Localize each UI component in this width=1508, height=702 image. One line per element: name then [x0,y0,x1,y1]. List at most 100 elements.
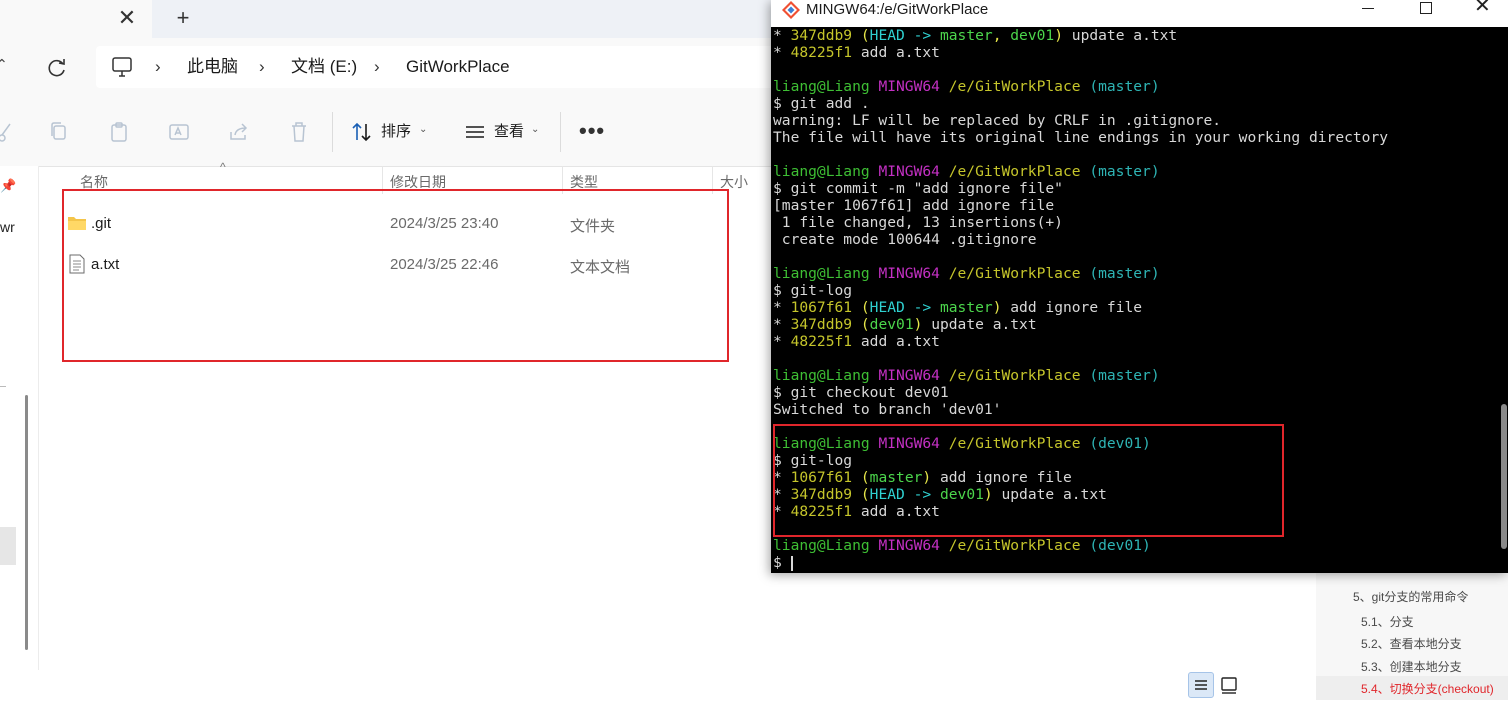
terminal-text: MINGW64 [878,367,949,384]
terminal-text: (master) [1089,163,1160,180]
terminal-line: Switched to branch 'dev01' [773,401,1001,418]
terminal-text: add a.txt [860,333,940,350]
terminal-line: liang@Liang MINGW64 /e/GitWorkPlace (mas… [773,163,1160,180]
terminal-line: $ git add . [773,95,870,112]
terminal-scrollbar[interactable] [1501,404,1507,549]
terminal-line: The file will have its original line end… [773,129,1388,146]
terminal-text: update a.txt [931,316,1037,333]
terminal-line: liang@Liang MINGW64 /e/GitWorkPlace (mas… [773,265,1160,282]
more-options-button[interactable]: ••• [579,118,605,144]
close-tab-icon[interactable]: ✕ [116,7,138,29]
sort-icon[interactable] [350,120,374,144]
terminal-text: liang@Liang [773,265,879,282]
terminal-text: (master) [1089,265,1160,282]
terminal-text: master [939,27,993,44]
nav-divider [0,386,6,387]
terminal-text: add a.txt [860,44,940,61]
breadcrumb-gitworkplace[interactable]: GitWorkPlace [406,56,510,78]
cut-icon[interactable] [0,120,16,144]
toc-item[interactable]: 5.1、分支 [1361,613,1414,630]
nav-item-truncated[interactable]: wr [0,219,15,235]
sort-ascending-icon: ^ [220,160,226,174]
pin-icon[interactable]: 📌 [0,178,16,194]
nav-scrollbar[interactable] [25,395,28,650]
terminal-line: * 48225f1 add a.txt [773,44,940,61]
view-button[interactable]: 查看 [494,122,524,142]
share-icon[interactable] [227,120,251,144]
terminal-text: /e/GitWorkPlace [948,265,1090,282]
terminal-text: /e/GitWorkPlace [948,163,1090,180]
terminal-line: liang@Liang MINGW64 /e/GitWorkPlace (dev… [773,537,1151,554]
sort-button[interactable]: 排序 [381,122,411,142]
terminal-text: MINGW64 [878,163,949,180]
terminal-text: ) [913,316,932,333]
chevron-down-icon[interactable]: ⌄ [531,124,539,135]
delete-icon[interactable] [287,120,311,144]
terminal-text: dev01 [869,316,914,333]
terminal-text: (dev01) [1089,537,1151,554]
this-pc-icon[interactable] [110,55,136,79]
new-tab-button[interactable]: + [171,6,195,30]
terminal-text: MINGW64 [878,78,949,95]
terminal-text: Switched to branch 'dev01' [773,401,1002,418]
terminal-text: * [773,333,791,350]
breadcrumb-this-pc[interactable]: 此电脑 [187,56,238,78]
close-window-icon[interactable]: ✕ [1474,0,1491,16]
toc-item[interactable]: 5、git分支的常用命令 [1353,588,1468,605]
terminal-line: * 48225f1 add a.txt [773,333,940,350]
terminal-text: ( [860,299,870,316]
terminal-text: (master) [1089,78,1160,95]
navigation-pane [0,166,39,670]
terminal-text: $ git-log [773,282,853,299]
view-icon[interactable] [463,120,487,144]
terminal-line: create mode 100644 .gitignore [773,231,1037,248]
terminal-text: /e/GitWorkPlace [948,537,1090,554]
highlight-box [773,424,1284,537]
terminal-text: 1 file changed, 13 insertions(+) [773,214,1063,231]
maximize-icon[interactable] [1420,2,1432,14]
terminal-text: /e/GitWorkPlace [948,78,1090,95]
nav-up-arrow-icon[interactable]: ⌃ [0,56,8,73]
toc-item[interactable]: 5.2、查看本地分支 [1361,635,1462,652]
toc-item-active[interactable]: 5.4、切换分支(checkout) [1361,680,1494,697]
terminal-text: * [773,299,791,316]
toolbar-divider [332,112,333,152]
terminal-text: ) [992,299,1011,316]
terminal-text: 48225f1 [790,333,861,350]
terminal-text: 347ddb9 [790,27,861,44]
terminal-text: liang@Liang [773,537,879,554]
terminal-text: add ignore file [1010,299,1143,316]
breadcrumb-drive-e[interactable]: 文档 (E:) [291,56,357,78]
terminal-text: warning: LF will be replaced by CRLF in … [773,112,1222,129]
copy-icon[interactable] [47,120,71,144]
terminal-text: $ git add . [773,95,870,112]
nav-selected-item[interactable] [0,527,16,565]
highlight-box [62,189,729,362]
minimize-icon[interactable] [1362,8,1374,9]
terminal-text: liang@Liang [773,367,879,384]
terminal-line: liang@Liang MINGW64 /e/GitWorkPlace (mas… [773,78,1160,95]
chevron-down-icon[interactable]: ⌄ [419,124,427,135]
git-bash-icon [782,1,800,19]
terminal-text: $ git checkout dev01 [773,384,949,401]
terminal-line: $ [773,554,793,571]
terminal-text: * [773,27,791,44]
terminal-text: update a.txt [1071,27,1178,44]
refresh-icon[interactable] [44,55,70,81]
terminal-line: $ git checkout dev01 [773,384,949,401]
terminal-text: * [773,44,791,61]
text-cursor [790,555,793,571]
terminal-text: $ [773,554,791,571]
terminal-text: dev01 [1010,27,1055,44]
terminal-line: warning: LF will be replaced by CRLF in … [773,112,1221,129]
details-view-button[interactable] [1188,672,1214,698]
terminal-text: ( [860,316,870,333]
paste-icon[interactable] [107,120,131,144]
terminal-line: * 1067f61 (HEAD -> master) add ignore fi… [773,299,1142,316]
tiles-view-icon[interactable] [1219,675,1239,695]
toc-item[interactable]: 5.3、创建本地分支 [1361,658,1462,675]
rename-icon[interactable] [167,120,191,144]
terminal-line: $ git-log [773,282,852,299]
terminal-text: create mode 100644 .gitignore [773,231,1037,248]
terminal-text: /e/GitWorkPlace [948,367,1090,384]
